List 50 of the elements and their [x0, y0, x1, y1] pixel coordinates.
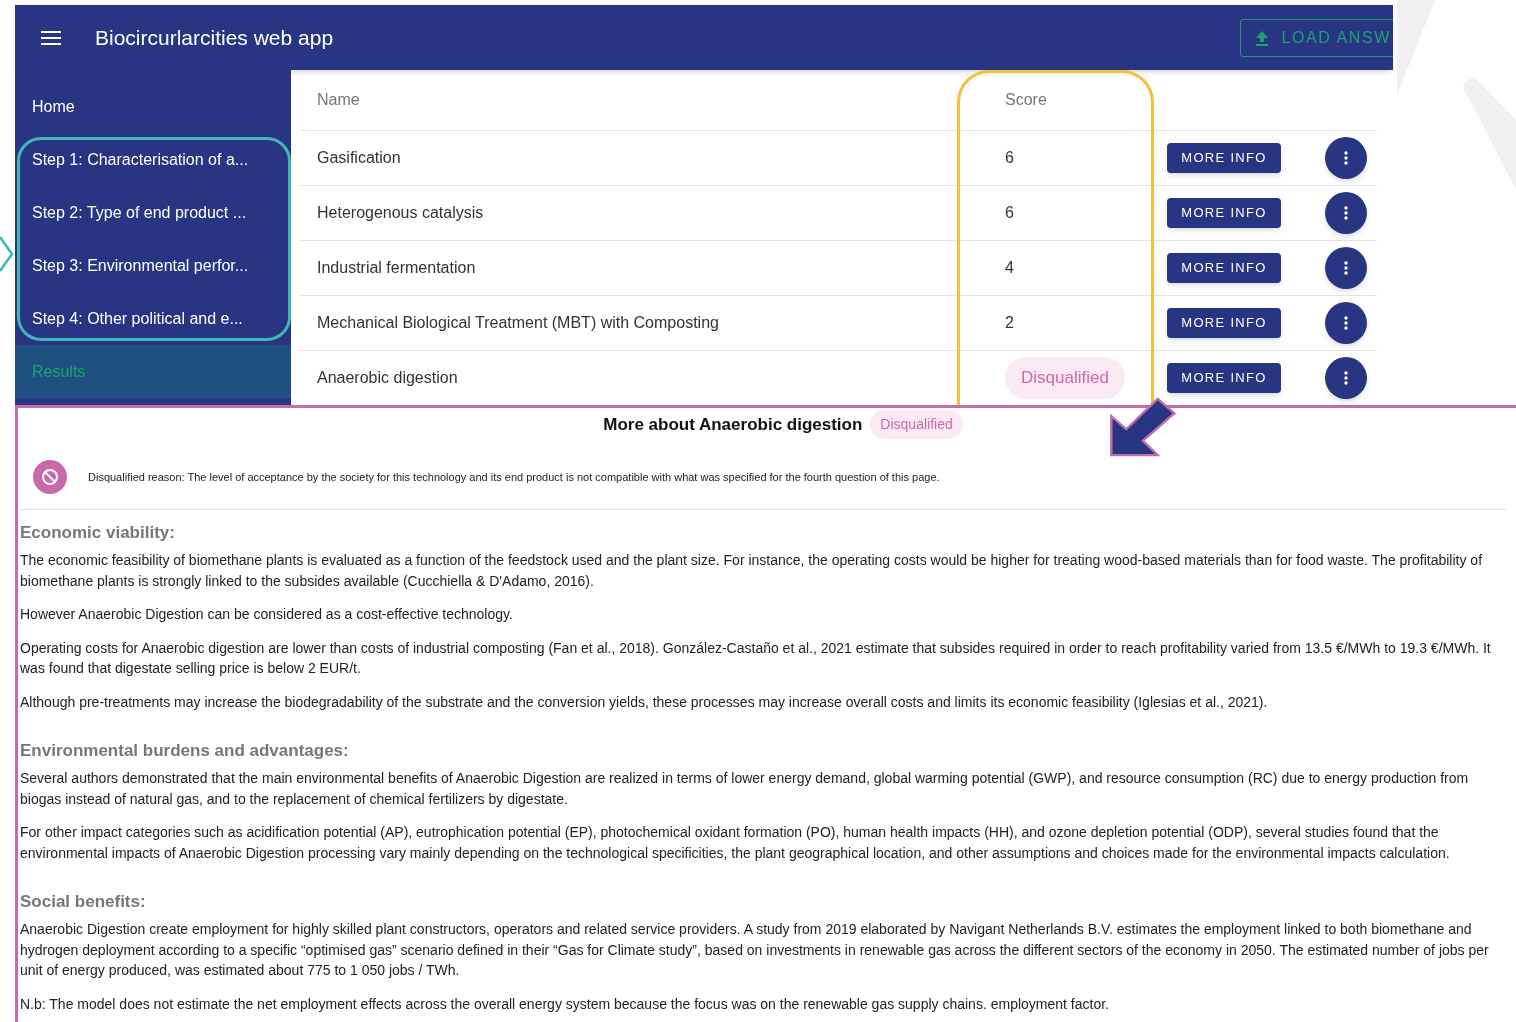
paragraph: The economic feasibility of biomethane plants is evaluated as a function of the feedstock used and the plant size. For instance, the operating costs would be higher for treating wood-based materials than for food waste. The profitability of biomethane plants is strongly linked to the subsides available (Cucchiella & D'Adamo, 2016). — [20, 551, 1484, 591]
more-info-button[interactable]: MORE INFO — [1167, 363, 1281, 393]
more-info-button[interactable]: MORE INFO — [1167, 198, 1281, 228]
table-cell-text: Gasification — [316, 148, 402, 168]
paragraph: For other impact categories such as acidification potential (AP), eutrophication potential (EP), photochemical oxidant formation (PO), human health impacts (HH), and ozone depletion potential (ODP), several studies found that the environmental impacts of Anaerobic Digestion processing vary mainly depending on the technological specificities, the plant geographical location, and other assumptions and choices made for the environmental impacts calculation. — [20, 823, 1451, 863]
table-cell-text: Heterogenous catalysis — [316, 203, 485, 223]
more-vertical-icon — [1344, 316, 1348, 330]
score-cell: 6 — [1005, 149, 1014, 166]
more-options-button[interactable] — [1325, 247, 1367, 289]
score-cell: 2 — [1005, 314, 1014, 331]
details-title: More about Anaerobic digestion — [603, 413, 863, 436]
column-header: Name — [316, 90, 361, 110]
sidebar-item[interactable]: Home — [15, 80, 291, 133]
table-cell-text: Mechanical Biological Treatment (MBT) with Composting — [316, 313, 720, 333]
more-options-button[interactable] — [1325, 302, 1367, 344]
more-vertical-icon — [1344, 371, 1348, 385]
section-heading: Social benefits: — [20, 891, 147, 913]
paragraph: Although pre-treatments may increase the biodegradability of the substrate and the conversion yields, these processes may increase overall costs and limits its economic feasibility (Iglesias et al., 2021). — [20, 692, 1269, 712]
more-options-button[interactable] — [1325, 192, 1367, 234]
disqualified-chip: Disqualified — [870, 410, 963, 439]
sidebar-item[interactable]: Step 1: Characterisation of a... — [15, 133, 291, 186]
column-header: Score — [1004, 90, 1048, 110]
paragraph: Operating costs for Anaerobic digestion are lower than costs of industrial composting (Fan et al., 2018). González-Castaño et al., 2021 estimate that subsides required in order to reach profitability varied from 13.5 €/MWh to 19.3 €/MWh. It was found that digestate selling price is below 2 EUR/t. — [20, 638, 1492, 678]
paragraph: Several authors demonstrated that the main environmental benefits of Anaerobic Digestion are realized in terms of lower energy demand, global warming potential (GWP), and resource consumption (RC) due to energy production from biogas instead of natural gas, and to the replacement of chemical fertilizers by digestate. — [20, 769, 1470, 809]
more-options-button[interactable] — [1325, 137, 1367, 179]
more-info-button[interactable]: MORE INFO — [1167, 308, 1281, 338]
paragraph: N.b: The model does not estimate the net employment effects across the overall energy system because the focus was on the renewable gas supply chains. employment factor. — [20, 994, 1110, 1014]
table-cell-text: Anaerobic digestion — [316, 368, 459, 388]
score-cell: 4 — [1005, 259, 1014, 276]
section-heading: Economic viability: — [20, 522, 176, 544]
more-vertical-icon — [1344, 151, 1348, 165]
more-options-button[interactable] — [1325, 357, 1367, 399]
section-heading: Environmental burdens and advantages: — [20, 740, 350, 762]
sidebar-item[interactable]: Step 4: Other political and e... — [15, 292, 291, 345]
more-info-button[interactable]: MORE INFO — [1167, 143, 1281, 173]
disqualified-chip: Disqualified — [1005, 357, 1125, 399]
score-cell: 6 — [1005, 204, 1014, 221]
more-vertical-icon — [1344, 261, 1348, 275]
sidebar-item[interactable]: Step 2: Type of end product ... — [15, 186, 291, 239]
sidebar-item[interactable]: Step 3: Environmental perfor... — [15, 239, 291, 292]
more-vertical-icon — [1344, 206, 1348, 220]
more-info-button[interactable]: MORE INFO — [1167, 253, 1281, 283]
paragraph: Anaerobic Digestion create employment for highly skilled plant constructors, operators and related service providers. A study from 2019 elaborated by Navigant Netherlands B.V. estimates the employment linked to both biomethane and hydrogen deployment according to a specific “optimised gas” scenario defined in their “Gas for Climate study”, based on investments in renewable gas across the different sectors of the economy in 2050. The estimated number of jobs per unit of energy produced, was estimated about 775 to 1 050 jobs / TWh. — [20, 920, 1490, 980]
paragraph: However Anaerobic Digestion can be considered as a cost-effective technology. — [20, 605, 514, 624]
disqualified-reason: Disqualified reason: The level of acceptance by the society for this technology and its end product is not compatible with what was specified for the fourth question of this page. — [88, 469, 940, 485]
table-cell-text: Industrial fermentation — [316, 258, 477, 278]
blocked-icon — [33, 460, 67, 494]
app-title: Biocircurlarcities web app — [95, 24, 334, 51]
upload-icon — [1255, 29, 1270, 46]
menu-icon[interactable] — [41, 30, 61, 45]
